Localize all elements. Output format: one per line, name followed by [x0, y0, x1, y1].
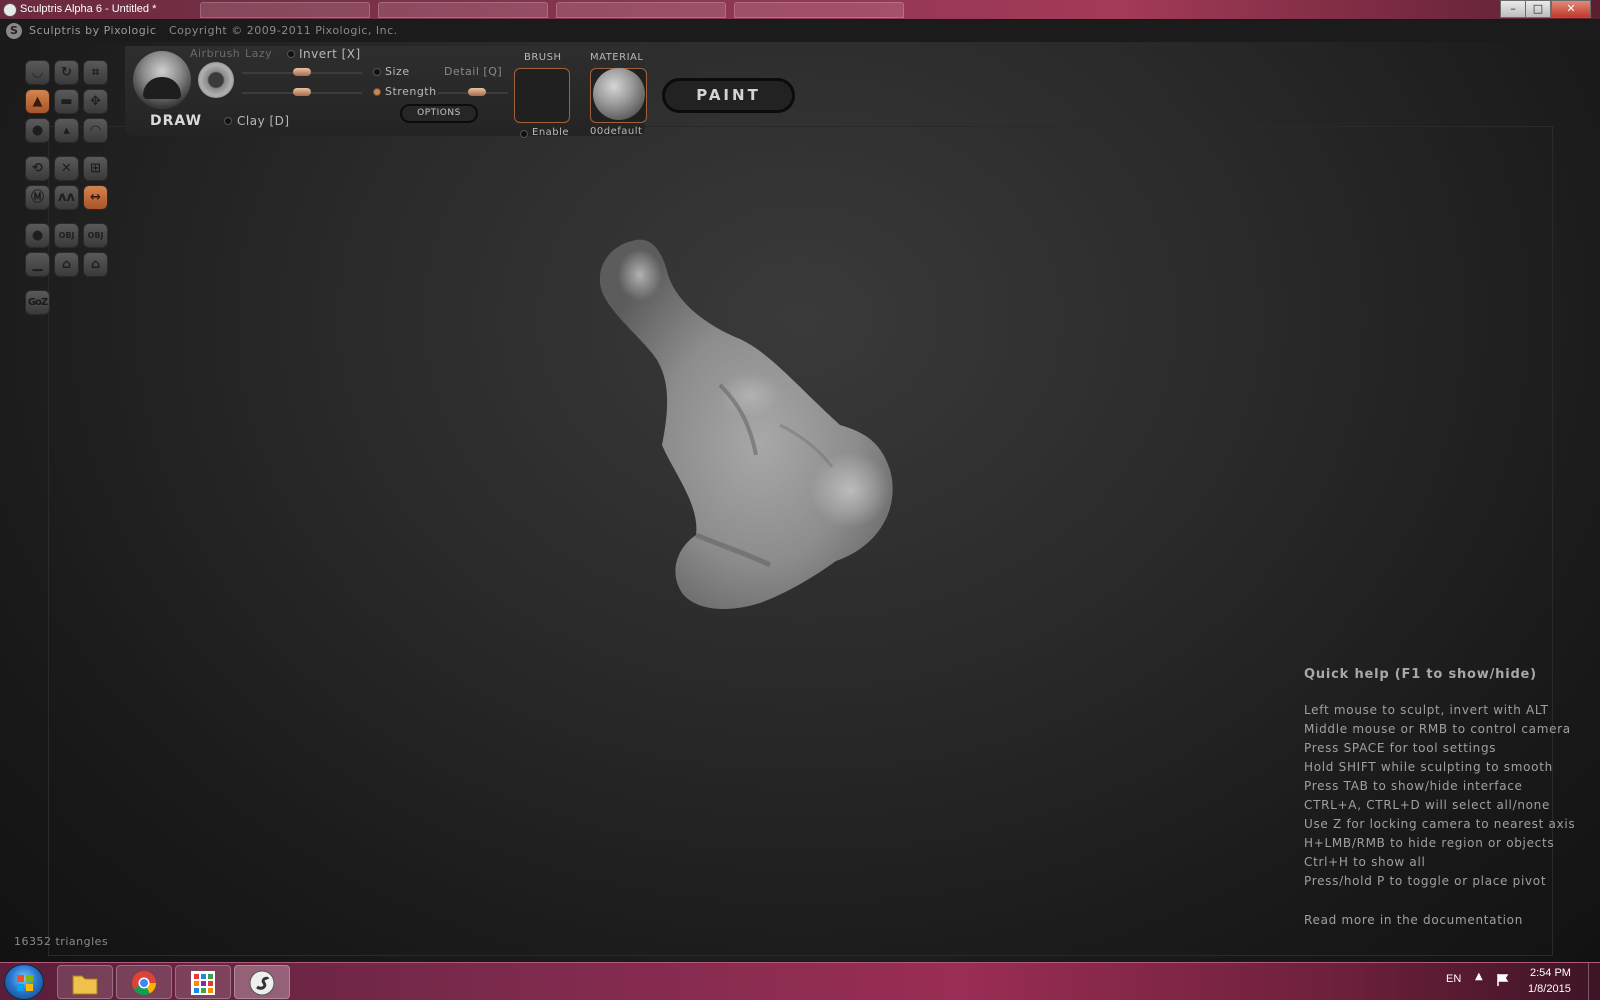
size-slider-knob[interactable] — [293, 68, 311, 76]
scale-tool-icon[interactable]: ⌗ — [83, 60, 108, 85]
detail-slider-knob[interactable] — [468, 88, 486, 96]
show-desktop-button[interactable] — [1588, 963, 1600, 1000]
taskbar-sculptris[interactable] — [234, 965, 290, 999]
pinch-tool-icon[interactable]: ▴ — [54, 118, 79, 143]
app-brand: Sculptris by Pixologic — [29, 24, 157, 37]
material-name: 00default — [590, 126, 643, 137]
quick-help-line: Ctrl+H to show all — [1304, 855, 1426, 869]
grab-tool-icon[interactable]: ✥ — [83, 89, 108, 114]
windows-logo-icon — [17, 975, 33, 991]
background-tab — [378, 2, 548, 18]
taskbar-file-explorer[interactable] — [57, 965, 113, 999]
chrome-icon — [132, 971, 156, 996]
maximize-button[interactable]: □ — [1525, 0, 1551, 18]
material-sphere-preview — [593, 68, 645, 120]
taskbar-apps[interactable] — [175, 965, 231, 999]
airbrush-toggle[interactable]: Airbrush — [190, 47, 240, 60]
quick-help-line: Left mouse to sculpt, invert with ALT — [1304, 703, 1549, 717]
reduce-tool-icon[interactable]: ʌʌ — [54, 185, 79, 210]
background-tab — [734, 2, 904, 18]
strength-label: Strength — [385, 85, 437, 98]
action-center-flag-icon[interactable] — [1496, 973, 1510, 987]
mirror-tool-icon[interactable]: ↔ — [83, 185, 108, 210]
save-file-icon[interactable]: ⌂ — [83, 252, 108, 277]
brush-enable-label: Enable — [532, 127, 570, 138]
size-label: Size — [385, 65, 410, 78]
clay-radio[interactable] — [224, 117, 232, 125]
quick-help-line: Use Z for locking camera to nearest axis — [1304, 817, 1576, 831]
language-indicator[interactable]: EN — [1446, 973, 1461, 985]
options-button[interactable]: OPTIONS — [400, 104, 478, 123]
clock-time[interactable]: 2:54 PM — [1530, 967, 1571, 979]
sculptris-app-icon — [3, 3, 17, 17]
rotate-tool-icon[interactable]: ↻ — [54, 60, 79, 85]
triangle-count: 16352 triangles — [14, 935, 109, 948]
goz-button[interactable]: GoZ — [25, 290, 50, 315]
sculptris-icon — [249, 970, 275, 996]
clay-label: Clay [D] — [237, 114, 290, 128]
quick-help-title: Quick help (F1 to show/hide) — [1304, 667, 1537, 682]
quick-help-line: H+LMB/RMB to hide region or objects — [1304, 836, 1555, 850]
folder-icon — [72, 975, 98, 995]
minimize-button[interactable]: – — [1500, 0, 1526, 18]
crease-tool-icon[interactable]: ◡ — [25, 60, 50, 85]
quick-help-line: Press/hold P to toggle or place pivot — [1304, 874, 1547, 888]
alpha-preview-icon[interactable] — [198, 62, 234, 98]
sculptris-logo-icon: S — [6, 23, 22, 39]
material-header: MATERIAL — [590, 52, 644, 63]
show-hidden-icons-icon[interactable]: ▲ — [1475, 971, 1483, 982]
start-button[interactable] — [4, 964, 44, 1000]
brush-dome-icon — [143, 77, 181, 99]
size-radio[interactable] — [373, 68, 381, 76]
strength-radio[interactable] — [373, 88, 381, 96]
wireframe-tool-icon[interactable]: ⊞ — [83, 156, 108, 181]
background-browser-tabs — [180, 2, 960, 18]
plane-tool-icon[interactable]: ▁ — [25, 252, 50, 277]
quick-help-line: Middle mouse or RMB to control camera — [1304, 722, 1571, 736]
taskbar-chrome[interactable] — [116, 965, 172, 999]
sphere-tool-icon[interactable]: ● — [25, 223, 50, 248]
mesh-tool-icon[interactable]: Ⓜ — [25, 185, 50, 210]
clock-date[interactable]: 1/8/2015 — [1528, 983, 1571, 995]
quick-help-line: Press SPACE for tool settings — [1304, 741, 1497, 755]
open-file-icon[interactable]: ⌂ — [54, 252, 79, 277]
invert-radio[interactable] — [287, 50, 295, 58]
apps-grid-icon — [191, 971, 215, 995]
lazy-toggle[interactable]: Lazy — [245, 47, 272, 60]
copyright-text: Copyright © 2009-2011 Pixologic, Inc. — [169, 24, 398, 37]
background-tab — [556, 2, 726, 18]
mask-tool-icon[interactable]: ✕ — [54, 156, 79, 181]
smooth-tool-icon[interactable]: ◠ — [83, 118, 108, 143]
brush-header: BRUSH — [524, 52, 562, 63]
detail-label: Detail [Q] — [444, 65, 503, 78]
inflate-tool-icon[interactable]: ● — [25, 118, 50, 143]
quick-help-line: Hold SHIFT while sculpting to smooth — [1304, 760, 1553, 774]
export-obj-icon[interactable]: OBJ — [83, 223, 108, 248]
windows-taskbar: EN ▲ 2:54 PM 1/8/2015 — [0, 962, 1600, 1000]
window-title: Sculptris Alpha 6 - Untitled * — [20, 3, 157, 15]
import-obj-icon[interactable]: OBJ — [54, 223, 79, 248]
symmetry-tool-icon[interactable]: ⟲ — [25, 156, 50, 181]
quick-help-line: CTRL+A, CTRL+D will select all/none — [1304, 798, 1551, 812]
brush-texture-slot[interactable] — [514, 68, 570, 123]
window-title-bar: Sculptris Alpha 6 - Untitled * – □ ✕ — [0, 0, 1600, 20]
sculpt-mesh[interactable] — [600, 235, 950, 620]
brush-enable-radio[interactable] — [520, 130, 528, 138]
quick-help-line: Press TAB to show/hide interface — [1304, 779, 1523, 793]
tool-name: DRAW — [150, 113, 203, 129]
draw-tool-icon[interactable]: ▲ — [25, 89, 50, 114]
app-header: S Sculptris by Pixologic Copyright © 200… — [0, 20, 1600, 42]
flatten-tool-icon[interactable]: ▬ — [54, 89, 79, 114]
background-tab — [200, 2, 370, 18]
strength-slider-knob[interactable] — [293, 88, 311, 96]
documentation-link[interactable]: Read more in the documentation — [1304, 913, 1523, 927]
invert-label: Invert [X] — [299, 47, 361, 61]
draw-brush-preview-icon[interactable] — [133, 51, 191, 109]
paint-button[interactable]: PAINT — [662, 78, 795, 113]
close-button[interactable]: ✕ — [1551, 0, 1591, 18]
